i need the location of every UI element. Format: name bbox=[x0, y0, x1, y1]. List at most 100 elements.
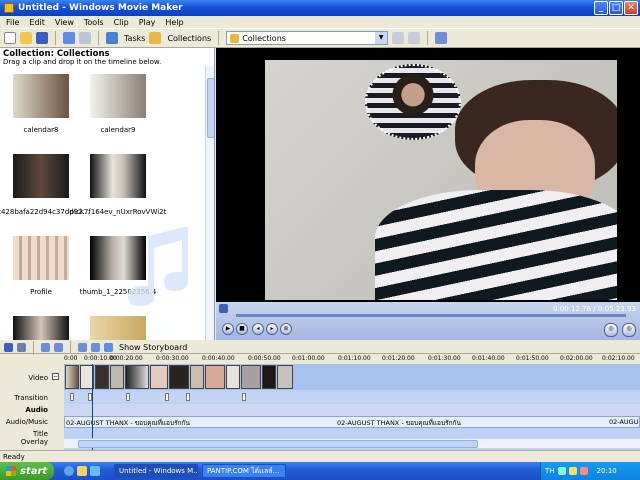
transition-marker[interactable] bbox=[70, 393, 74, 401]
ie-quicklaunch-icon[interactable] bbox=[64, 466, 74, 476]
explorer-quicklaunch-icon[interactable] bbox=[77, 466, 87, 476]
video-clip[interactable] bbox=[205, 365, 225, 389]
player-controls: 0:00:12.76 / 0:05:23.93 ▶ ■ ◂ ▸ ⧈ ◎ ◎ bbox=[216, 302, 640, 340]
open-project-icon[interactable] bbox=[20, 32, 32, 44]
video-clip[interactable] bbox=[226, 365, 240, 389]
chevron-down-icon[interactable]: ▼ bbox=[375, 32, 388, 44]
storyboard-icon[interactable] bbox=[104, 343, 113, 352]
collections-button[interactable]: Collections bbox=[167, 34, 211, 43]
music-clip[interactable]: 02-AUGUST THANX - ขอบคุณที่แอบรักกัน bbox=[337, 418, 461, 427]
ruler-tick-label: 0:01:40.00 bbox=[472, 355, 505, 362]
collection-clip-thumbnail[interactable] bbox=[90, 74, 146, 118]
minimize-button[interactable]: _ bbox=[594, 1, 608, 15]
video-clip[interactable] bbox=[169, 365, 189, 389]
new-project-icon[interactable] bbox=[4, 32, 16, 44]
collection-clip-thumbnail[interactable] bbox=[90, 316, 146, 340]
ruler-tick-label: 0:02:10.00 bbox=[602, 355, 635, 362]
tray-security-icon[interactable] bbox=[579, 467, 588, 475]
music-clip[interactable]: 02-AUGUST THANX - ขอบคุณที่แอบรักกัน bbox=[66, 418, 190, 427]
redo-icon[interactable] bbox=[79, 32, 91, 44]
collection-clip-thumbnail[interactable] bbox=[13, 74, 69, 118]
set-audio-levels-icon[interactable] bbox=[4, 343, 13, 352]
new-folder-icon[interactable] bbox=[408, 32, 421, 44]
taskbar-button-movie-maker[interactable]: Untitled - Windows M... bbox=[114, 464, 198, 478]
media-quicklaunch-icon[interactable] bbox=[90, 466, 100, 476]
save-icon[interactable] bbox=[36, 32, 48, 44]
collection-scrollbar[interactable] bbox=[205, 66, 214, 340]
previous-frame-button[interactable]: ◂ bbox=[252, 323, 264, 335]
play-timeline-icon[interactable] bbox=[91, 343, 100, 352]
collection-select-value: Collections bbox=[242, 33, 286, 43]
collection-clip-thumbnail[interactable] bbox=[13, 236, 69, 280]
scrollbar-thumb[interactable] bbox=[78, 440, 478, 448]
menu-file[interactable]: File bbox=[6, 18, 19, 27]
collection-clip-thumbnail[interactable] bbox=[13, 154, 69, 198]
collection-clip-thumbnail[interactable] bbox=[13, 316, 69, 340]
collection-clip-thumbnail[interactable] bbox=[90, 154, 146, 198]
tasks-icon[interactable] bbox=[106, 32, 118, 44]
language-indicator[interactable]: TH bbox=[545, 467, 555, 475]
maximize-button[interactable]: □ bbox=[609, 1, 623, 15]
fullscreen-icon[interactable] bbox=[219, 304, 228, 313]
taskbar: start Untitled - Windows M... PANTIP.COM… bbox=[0, 462, 640, 480]
expand-video-track-icon[interactable]: − bbox=[52, 373, 59, 380]
undo-icon[interactable] bbox=[63, 32, 75, 44]
start-button[interactable]: start bbox=[0, 462, 54, 480]
transition-track[interactable] bbox=[64, 392, 640, 402]
zoom-in-icon[interactable] bbox=[41, 343, 50, 352]
split-clip-button[interactable]: ⧈ bbox=[280, 323, 292, 335]
taskbar-button-browser[interactable]: PANTIP.COM ได้เเลล์... bbox=[202, 464, 286, 478]
menu-edit[interactable]: Edit bbox=[29, 18, 45, 27]
split-button[interactable]: ◎ bbox=[622, 323, 636, 337]
close-button[interactable]: ✕ bbox=[624, 1, 638, 15]
audio-track[interactable] bbox=[64, 404, 640, 416]
seek-bar[interactable] bbox=[236, 314, 626, 317]
menu-bar: File Edit View Tools Clip Play Help bbox=[0, 16, 640, 28]
tray-network-icon[interactable] bbox=[557, 467, 566, 475]
transition-marker[interactable] bbox=[242, 393, 246, 401]
narrate-timeline-icon[interactable] bbox=[17, 343, 26, 352]
video-clip[interactable] bbox=[125, 365, 149, 389]
tray-volume-icon[interactable] bbox=[568, 467, 577, 475]
next-frame-button[interactable]: ▸ bbox=[266, 323, 278, 335]
track-label-video[interactable]: Video bbox=[4, 374, 48, 382]
movie-maker-icon bbox=[4, 3, 14, 13]
video-clip[interactable] bbox=[241, 365, 261, 389]
tasks-button[interactable]: Tasks bbox=[124, 34, 145, 43]
transition-marker[interactable] bbox=[186, 393, 190, 401]
menu-view[interactable]: View bbox=[55, 18, 74, 27]
start-label: start bbox=[20, 465, 48, 477]
menu-clip[interactable]: Clip bbox=[114, 18, 129, 27]
rewind-timeline-icon[interactable] bbox=[78, 343, 87, 352]
video-clip[interactable] bbox=[95, 365, 109, 389]
timeline-ruler[interactable]: 0:00 0:00:10.00 0:00:20.00 0:00:30.00 0:… bbox=[64, 354, 640, 364]
zoom-out-icon[interactable] bbox=[54, 343, 63, 352]
collection-select[interactable]: Collections ▼ bbox=[226, 31, 389, 45]
ruler-tick-label: 0:00:40.00 bbox=[202, 355, 235, 362]
ruler-tick-label: 0:00:20.00 bbox=[110, 355, 143, 362]
video-track[interactable] bbox=[64, 364, 640, 390]
audio-music-track[interactable]: 02-AUGUST THANX - ขอบคุณที่แอบรักกัน 02-… bbox=[64, 416, 640, 428]
video-clip[interactable] bbox=[110, 365, 124, 389]
music-clip[interactable]: 02-AUGU bbox=[609, 418, 638, 426]
video-clip[interactable] bbox=[190, 365, 204, 389]
collections-icon[interactable] bbox=[149, 32, 162, 44]
transition-marker[interactable] bbox=[126, 393, 130, 401]
video-clip[interactable] bbox=[65, 365, 79, 389]
stop-button[interactable]: ■ bbox=[236, 323, 248, 335]
collection-clip-label: calendar9 bbox=[100, 126, 136, 134]
video-clip[interactable] bbox=[277, 365, 293, 389]
transition-marker[interactable] bbox=[165, 393, 169, 401]
show-storyboard-button[interactable]: Show Storyboard bbox=[119, 343, 187, 352]
play-button[interactable]: ▶ bbox=[222, 323, 234, 335]
scrollbar-thumb[interactable] bbox=[207, 78, 214, 138]
menu-help[interactable]: Help bbox=[165, 18, 183, 27]
take-picture-button[interactable]: ◎ bbox=[604, 323, 618, 337]
menu-tools[interactable]: Tools bbox=[84, 18, 104, 27]
views-icon[interactable] bbox=[435, 32, 448, 44]
timeline-scrollbar[interactable] bbox=[64, 438, 640, 448]
menu-play[interactable]: Play bbox=[139, 18, 156, 27]
video-clip[interactable] bbox=[262, 365, 276, 389]
video-clip[interactable] bbox=[150, 365, 168, 389]
up-folder-icon[interactable] bbox=[392, 32, 405, 44]
